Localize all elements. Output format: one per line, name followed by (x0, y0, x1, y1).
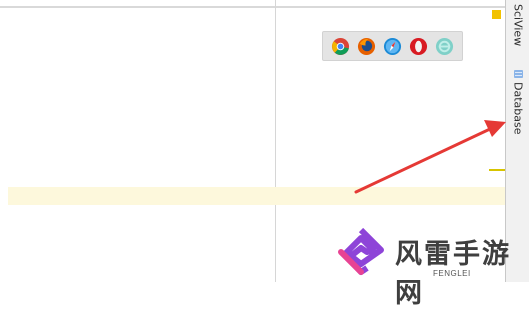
watermark-subtitle: FENGLEI (433, 269, 471, 278)
watermark: 风雷手游网 FENGLEI (333, 226, 529, 309)
fenglei-logo-icon (338, 228, 384, 275)
